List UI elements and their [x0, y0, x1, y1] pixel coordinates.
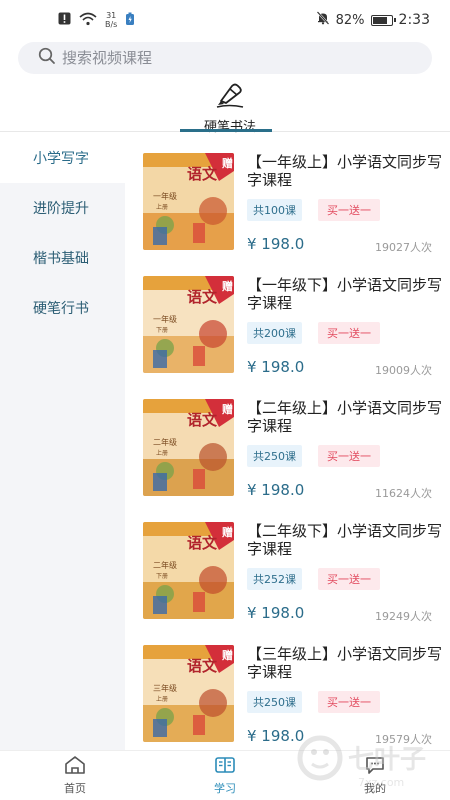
course-price: ¥ 198.0 [247, 235, 305, 253]
cover-grade: 二年级 [153, 560, 177, 570]
network-speed-unit: B/s [105, 20, 118, 29]
course-price: ¥ 198.0 [247, 604, 305, 622]
search-input[interactable] [62, 49, 382, 67]
promo-badge: 买一送一 [318, 691, 380, 713]
battery-saver-icon [125, 12, 135, 29]
watermark-logo: 七叶子 7xz.com [290, 722, 440, 794]
course-title[interactable]: 【一年级下】小学语文同步写字课程 [247, 276, 442, 312]
lesson-count-badge: 共250课 [247, 691, 302, 713]
cover-grade: 二年级 [153, 437, 177, 447]
search-bar[interactable] [18, 42, 432, 74]
course-cover[interactable]: 赠 语文 一年级 下册 [143, 276, 234, 373]
cover-subject: 语文 [187, 534, 218, 552]
learner-count: 19027人次 [375, 241, 432, 254]
sidebar-item[interactable]: 小学写字 [0, 133, 125, 183]
course-title[interactable]: 【三年级上】小学语文同步写字课程 [247, 645, 442, 681]
promo-badge: 买一送一 [318, 568, 380, 590]
course-list: 赠 语文 一年级 上册 【一年级上】小学语文同步写字课程 共100课 买一送一 … [125, 133, 450, 750]
pen-icon [215, 80, 245, 112]
lesson-count-badge: 共252课 [247, 568, 302, 590]
cover-term: 上册 [156, 449, 168, 457]
lesson-count-badge: 共200课 [247, 322, 302, 344]
course-title[interactable]: 【一年级上】小学语文同步写字课程 [247, 153, 442, 189]
nav-home-label: 首页 [64, 782, 86, 795]
course-cover[interactable]: 赠 语文 二年级 下册 [143, 522, 234, 619]
book-icon [214, 755, 236, 778]
course-cover[interactable]: 赠 语文 三年级 上册 [143, 645, 234, 742]
promo-badge: 买一送一 [318, 199, 380, 221]
sidebar: 小学写字 进阶提升 楷书基础 硬笔行书 [0, 133, 125, 750]
course-title[interactable]: 【二年级下】小学语文同步写字课程 [247, 522, 442, 558]
lesson-count-badge: 共250课 [247, 445, 302, 467]
course-cover[interactable]: 赠 语文 一年级 上册 [143, 153, 234, 250]
sidebar-item-label: 硬笔行书 [33, 301, 89, 317]
cover-subject: 语文 [187, 288, 218, 306]
cover-term: 下册 [156, 573, 168, 580]
network-speed: 31 B/s [105, 11, 117, 29]
sidebar-item-label: 进阶提升 [33, 201, 89, 217]
cover-term: 上册 [156, 203, 168, 211]
cover-term: 上册 [156, 695, 168, 703]
sidebar-item-label: 楷书基础 [33, 251, 89, 267]
learner-count: 11624人次 [375, 487, 432, 500]
cover-badge: 赠 [222, 648, 233, 662]
battery-icon [370, 14, 396, 26]
sidebar-item[interactable]: 进阶提升 [0, 183, 125, 233]
battery-fill [372, 16, 388, 24]
network-speed-value: 31 [106, 11, 117, 20]
category-tab-hardpen[interactable]: 硬笔书法 [188, 80, 272, 135]
status-clock: 2:33 [398, 12, 430, 28]
cover-grade: 三年级 [153, 683, 177, 693]
course-title[interactable]: 【二年级上】小学语文同步写字课程 [247, 399, 442, 435]
nav-study-label: 学习 [214, 782, 236, 795]
home-icon [64, 755, 86, 778]
learner-count: 19009人次 [375, 364, 432, 377]
sidebar-item[interactable]: 楷书基础 [0, 233, 125, 283]
search-icon [38, 47, 56, 69]
cover-subject: 语文 [187, 411, 218, 429]
cover-subject: 语文 [187, 165, 218, 183]
cover-term: 下册 [156, 327, 168, 334]
learner-count: 19249人次 [375, 610, 432, 623]
sidebar-item-label: 小学写字 [33, 151, 89, 167]
cover-subject: 语文 [187, 657, 218, 675]
battery-percent: 82% [335, 12, 365, 28]
status-right: 82% 2:33 [316, 11, 430, 29]
cover-badge: 赠 [222, 156, 233, 170]
course-price: ¥ 198.0 [247, 481, 305, 499]
cover-badge: 赠 [222, 279, 233, 293]
nav-study[interactable]: 学习 [195, 755, 255, 796]
category-tab-indicator [180, 129, 272, 132]
course-item[interactable]: 赠 语文 一年级 下册 【一年级下】小学语文同步写字课程 共200课 买一送一 … [125, 256, 450, 379]
wifi-icon [79, 12, 97, 29]
course-cover[interactable]: 赠 语文 二年级 上册 [143, 399, 234, 496]
cover-badge: 赠 [222, 525, 233, 539]
sidebar-item[interactable]: 硬笔行书 [0, 283, 125, 333]
svg-text:七叶子: 七叶子 [348, 745, 426, 775]
status-bar: 31 B/s 82% 2:33 [0, 0, 450, 40]
cover-badge: 赠 [222, 402, 233, 416]
course-item[interactable]: 赠 语文 二年级 下册 【二年级下】小学语文同步写字课程 共252课 买一送一 … [125, 502, 450, 625]
alert-icon [58, 12, 71, 28]
course-price: ¥ 198.0 [247, 358, 305, 376]
mute-bell-icon [316, 11, 330, 29]
lesson-count-badge: 共100课 [247, 199, 302, 221]
category-header: 硬笔书法 [0, 78, 450, 135]
promo-badge: 买一送一 [318, 322, 380, 344]
nav-home[interactable]: 首页 [45, 755, 105, 796]
cover-grade: 一年级 [153, 314, 177, 324]
svg-text:7xz.com: 7xz.com [358, 776, 404, 789]
course-item[interactable]: 赠 语文 二年级 上册 【二年级上】小学语文同步写字课程 共250课 买一送一 … [125, 379, 450, 502]
status-left: 31 B/s [58, 11, 135, 29]
promo-badge: 买一送一 [318, 445, 380, 467]
cover-grade: 一年级 [153, 191, 177, 201]
course-item[interactable]: 赠 语文 一年级 上册 【一年级上】小学语文同步写字课程 共100课 买一送一 … [125, 133, 450, 256]
